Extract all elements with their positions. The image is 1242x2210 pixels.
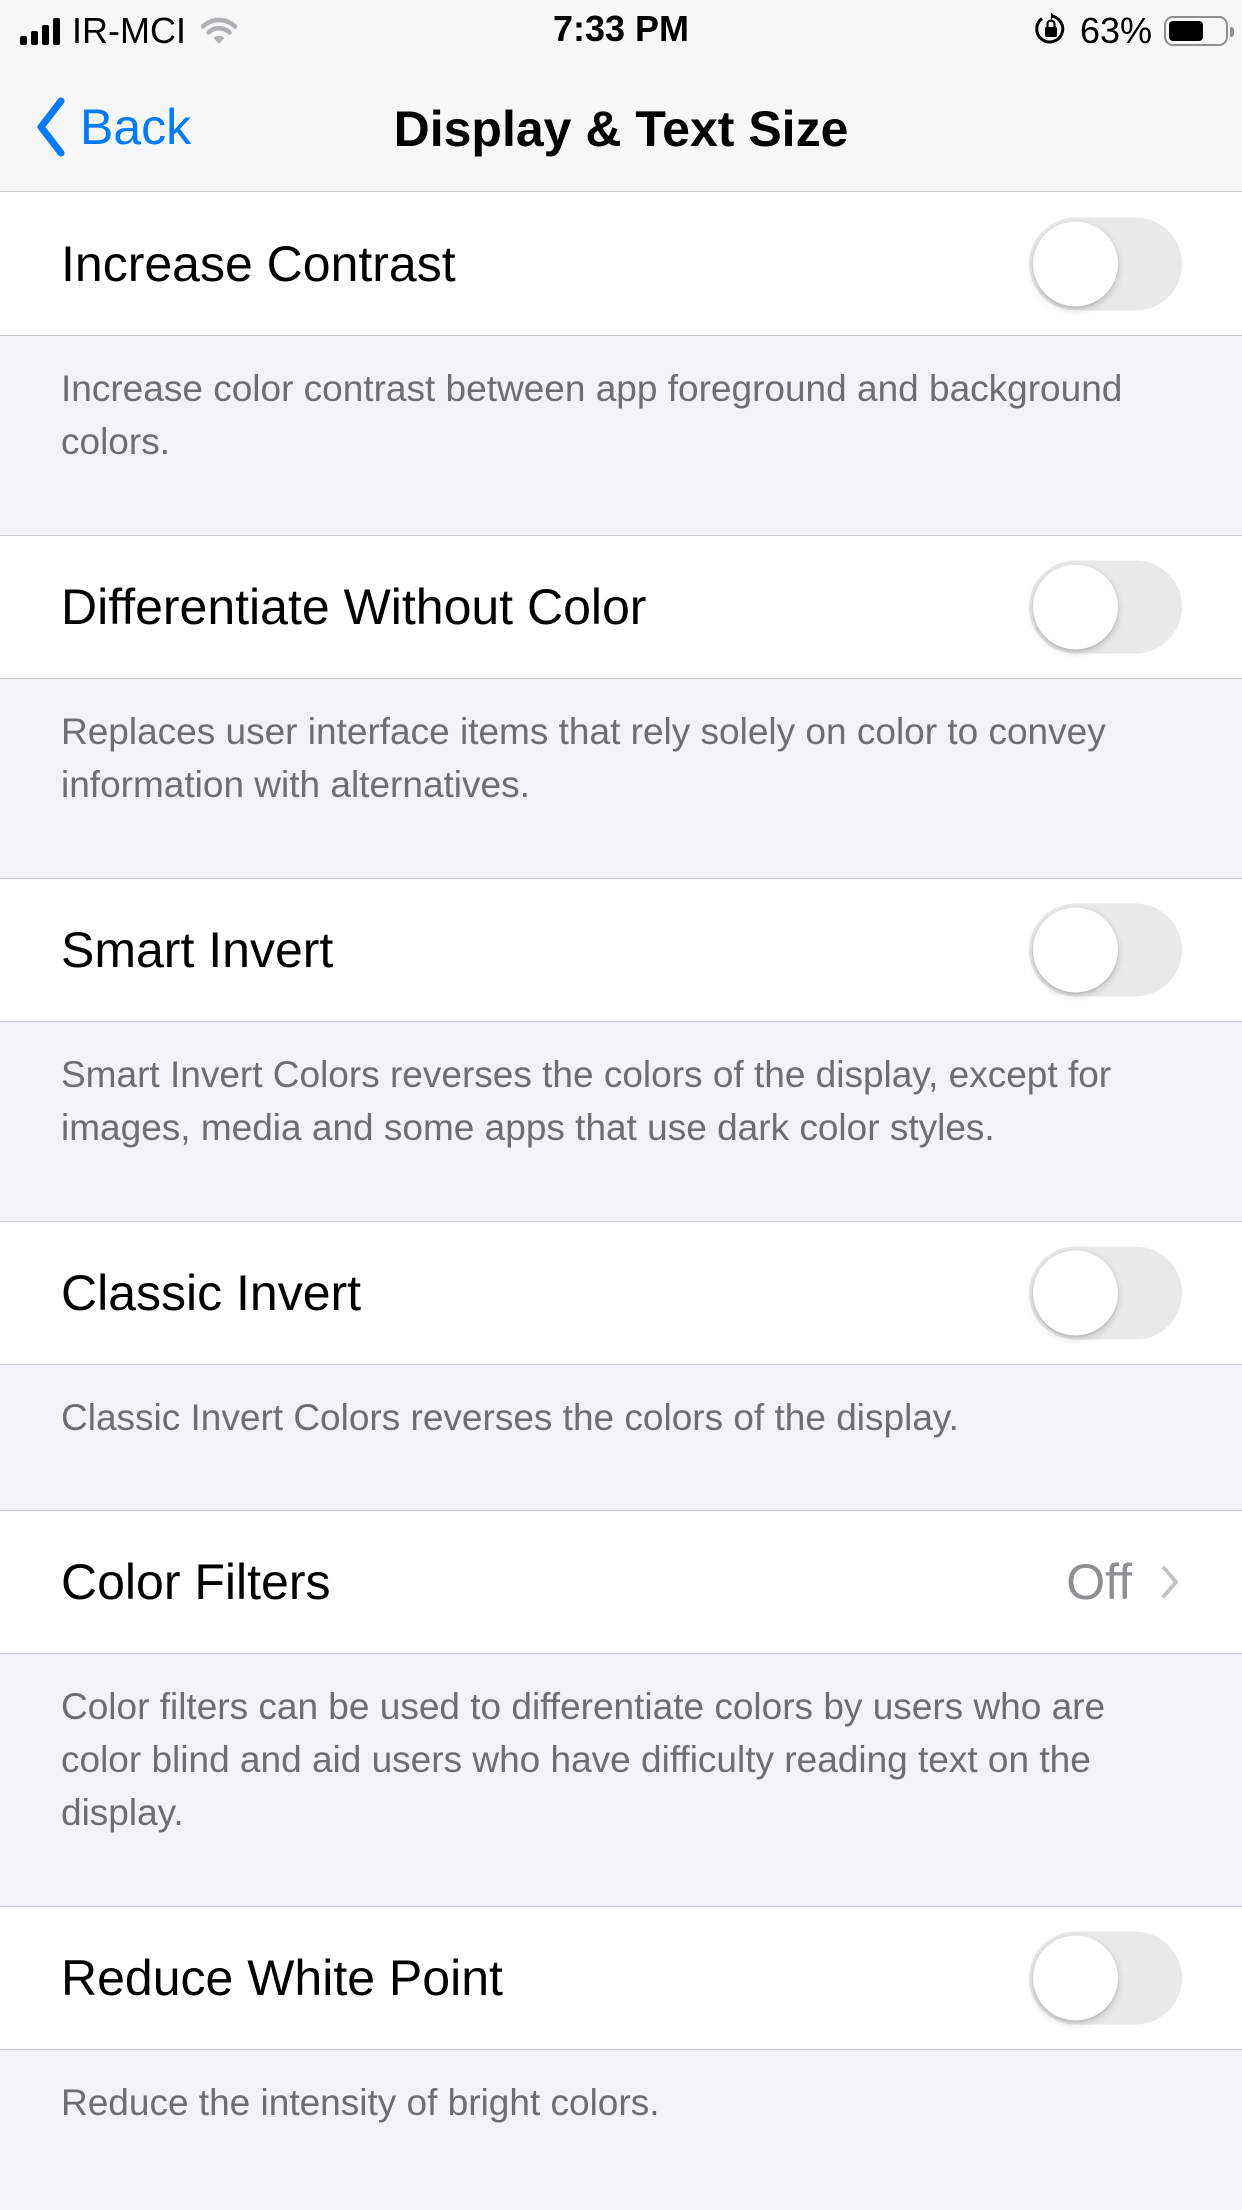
toggle-knob	[1033, 1935, 1118, 2021]
setting-label: Smart Invert	[61, 922, 334, 978]
setting-label: Color Filters	[61, 1554, 331, 1610]
toggle-knob	[1033, 564, 1118, 650]
differentiate-without-color-toggle[interactable]	[1029, 560, 1182, 654]
battery-icon	[1164, 16, 1234, 46]
page-title: Display & Text Size	[393, 101, 849, 157]
setting-label: Reduce White Point	[61, 1950, 503, 2006]
battery-fill	[1169, 21, 1203, 41]
setting-label: Increase Contrast	[61, 235, 456, 292]
orientation-lock-icon	[1034, 12, 1068, 51]
color-filters-value: Off	[1066, 1554, 1132, 1610]
increase-contrast-row[interactable]: Increase Contrast	[0, 192, 1242, 336]
classic-invert-row[interactable]: Classic Invert	[0, 1221, 1242, 1365]
status-bar: IR-MCI 7:33 PM 63%	[0, 0, 1242, 62]
classic-invert-toggle[interactable]	[1029, 1246, 1182, 1340]
chevron-right-icon	[1160, 1565, 1180, 1599]
navigation-bar: Back Display & Text Size	[0, 62, 1242, 192]
differentiate-without-color-row[interactable]: Differentiate Without Color	[0, 535, 1242, 679]
toggle-knob	[1033, 1250, 1118, 1336]
reduce-white-point-toggle[interactable]	[1029, 1931, 1182, 2025]
increase-contrast-footer: Increase color contrast between app fore…	[61, 368, 1123, 462]
setting-label: Classic Invert	[61, 1265, 362, 1321]
smart-invert-footer: Smart Invert Colors reverses the colors …	[61, 1054, 1112, 1148]
differentiate-without-color-footer: Replaces user interface items that rely …	[61, 711, 1106, 805]
classic-invert-footer: Classic Invert Colors reverses the color…	[61, 1397, 959, 1438]
smart-invert-row[interactable]: Smart Invert	[0, 878, 1242, 1022]
toggle-knob	[1033, 907, 1118, 993]
color-filters-footer: Color filters can be used to differentia…	[61, 1686, 1106, 1833]
status-right: 63%	[1034, 10, 1234, 52]
settings-list: Increase Contrast Increase color contras…	[0, 192, 1242, 2210]
reduce-white-point-footer: Reduce the intensity of bright colors.	[61, 2082, 660, 2123]
setting-label: Differentiate Without Color	[61, 579, 647, 635]
increase-contrast-toggle[interactable]	[1029, 217, 1182, 310]
reduce-white-point-row[interactable]: Reduce White Point	[0, 1906, 1242, 2050]
smart-invert-toggle[interactable]	[1029, 903, 1182, 997]
battery-percentage: 63%	[1079, 10, 1152, 51]
color-filters-row[interactable]: Color Filters Off	[0, 1510, 1242, 1654]
toggle-knob	[1033, 221, 1118, 306]
